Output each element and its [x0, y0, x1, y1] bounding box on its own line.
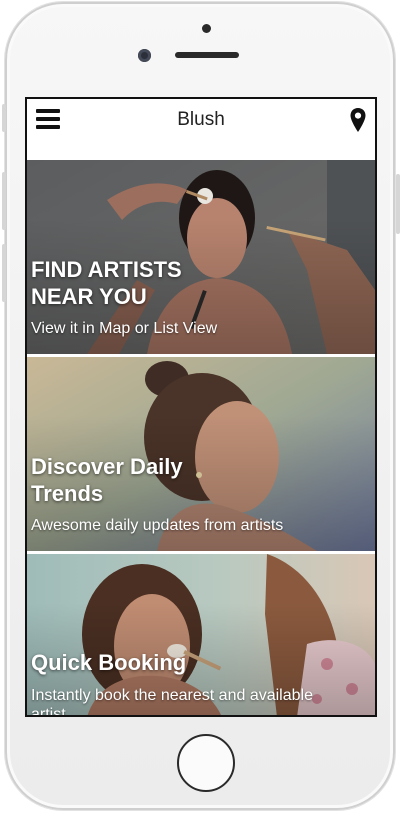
card-discover-trends[interactable]: Discover Daily Trends Awesome daily updat… — [27, 357, 375, 551]
card-quick-booking[interactable]: Quick Booking Instantly book the nearest… — [27, 554, 375, 717]
power-button — [396, 174, 400, 234]
location-pin-icon[interactable] — [349, 107, 367, 133]
card-subtitle-line: artist — [31, 706, 66, 717]
card-subtitle: Instantly book the nearest and available… — [31, 686, 313, 717]
card-title-line: NEAR YOU — [31, 284, 147, 309]
card-find-artists[interactable]: FIND ARTISTS NEAR YOU View it in Map or L… — [27, 160, 375, 354]
home-button[interactable] — [177, 734, 235, 792]
app-title: Blush — [177, 109, 225, 130]
card-subtitle-line: Instantly book the nearest and available — [31, 687, 313, 704]
card-title: Discover Daily Trends — [31, 453, 183, 507]
mute-switch — [2, 104, 6, 132]
card-subtitle: View it in Map or List View — [31, 320, 218, 337]
earpiece-speaker — [175, 52, 239, 58]
app-header: Blush — [27, 99, 375, 157]
app-screen: Blush FIND ARTISTS NEAR YOU View it in M… — [25, 97, 377, 717]
volume-down-button — [2, 244, 6, 302]
volume-up-button — [2, 172, 6, 230]
front-camera — [138, 49, 151, 62]
card-subtitle: Awesome daily updates from artists — [31, 517, 284, 534]
card-title-line: Discover Daily — [31, 454, 183, 479]
card-title: FIND ARTISTS NEAR YOU — [31, 256, 182, 310]
card-title-line: Trends — [31, 481, 104, 506]
card-title-line: FIND ARTISTS — [31, 257, 182, 282]
card-title: Quick Booking — [31, 650, 187, 675]
proximity-sensor — [202, 24, 211, 33]
